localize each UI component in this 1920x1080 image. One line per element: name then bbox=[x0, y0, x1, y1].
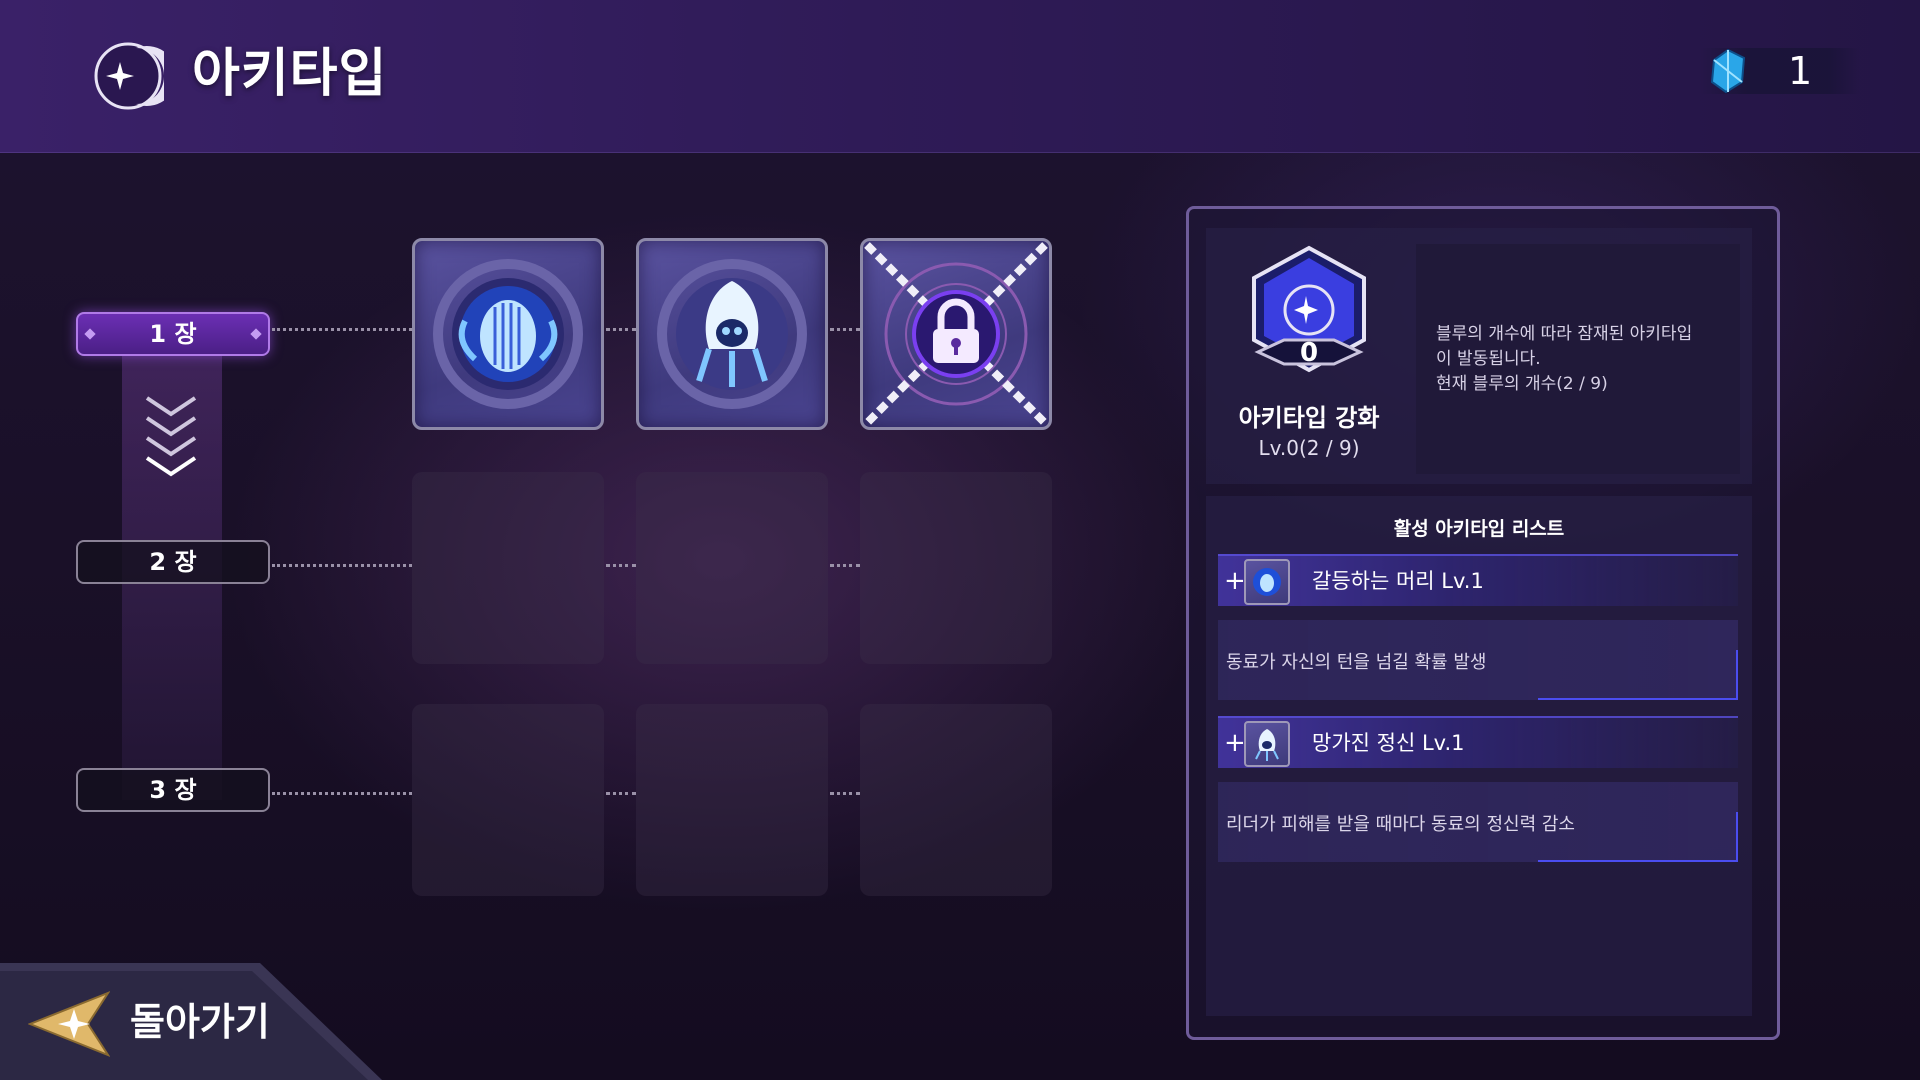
active-archetype-item-body: 동료가 자신의 턴을 넘길 확률 발생 bbox=[1218, 620, 1738, 700]
enhance-description: 블루의 개수에 따라 잠재된 아키타입 이 발동됩니다. 현재 블루의 개수(2… bbox=[1436, 322, 1736, 397]
active-archetype-item-header[interactable]: + 망가진 정신 Lv.1 bbox=[1218, 716, 1738, 768]
enhance-title: 아키타입 강화 bbox=[1238, 404, 1380, 432]
writhing-head-icon bbox=[433, 259, 583, 409]
active-archetype-item-header[interactable]: + 갈등하는 머리 Lv.1 bbox=[1218, 554, 1738, 606]
emblem-value: 0 bbox=[1300, 338, 1318, 368]
desc-line: 이 발동됩니다. bbox=[1436, 349, 1541, 369]
connector-line bbox=[830, 564, 860, 567]
gem-ornament-icon bbox=[250, 328, 262, 340]
back-label: 돌아가기 bbox=[130, 1000, 270, 1044]
connector-line bbox=[272, 328, 412, 331]
empty-slot bbox=[412, 472, 604, 664]
empty-slot bbox=[636, 704, 828, 896]
archetype-enhance-emblem: 0 bbox=[1252, 245, 1366, 373]
archetype-effect: 동료가 자신의 턴을 넘길 확률 발생 bbox=[1226, 652, 1487, 673]
page-title: 아키타입 bbox=[192, 44, 388, 104]
header-bar: 아키타입 1 bbox=[0, 0, 1920, 153]
chained-lock-icon bbox=[864, 242, 1048, 426]
expand-plus-icon[interactable]: + bbox=[1224, 566, 1246, 596]
expand-plus-icon[interactable]: + bbox=[1224, 728, 1246, 758]
active-list-title: 활성 아키타입 리스트 bbox=[1393, 518, 1565, 540]
accent-line bbox=[1538, 698, 1738, 700]
archetype-name: 망가진 정신 Lv.1 bbox=[1312, 731, 1465, 755]
chapter-label: 1 장 bbox=[149, 320, 197, 348]
archetype-card-1[interactable] bbox=[412, 238, 604, 430]
chapter-tab-2[interactable]: 2 장 bbox=[76, 540, 270, 584]
connector-line bbox=[272, 792, 412, 795]
archetype-effect: 리더가 피해를 받을 때마다 동료의 정신력 감소 bbox=[1226, 814, 1575, 835]
chapter-tab-3[interactable]: 3 장 bbox=[76, 768, 270, 812]
active-archetype-item-body: 리더가 피해를 받을 때마다 동료의 정신력 감소 bbox=[1218, 782, 1738, 862]
gem-ornament-icon bbox=[84, 328, 96, 340]
empty-slot bbox=[860, 704, 1052, 896]
desc-line: 블루의 개수에 따라 잠재된 아키타입 bbox=[1436, 324, 1693, 344]
archetype-name: 갈등하는 머리 Lv.1 bbox=[1312, 569, 1484, 593]
chevrons-down-icon bbox=[145, 396, 197, 477]
chapter-label: 2 장 bbox=[149, 548, 197, 576]
desc-line: 현재 블루의 개수(2 / 9) bbox=[1436, 374, 1608, 394]
back-button[interactable]: 돌아가기 bbox=[0, 963, 390, 1080]
connector-line bbox=[830, 792, 860, 795]
connector-line bbox=[830, 328, 860, 331]
connector-line bbox=[272, 564, 412, 567]
accent-line bbox=[1736, 812, 1738, 862]
empty-slot bbox=[860, 472, 1052, 664]
broken-spirit-icon bbox=[1244, 721, 1290, 767]
chapter-label: 3 장 bbox=[149, 776, 197, 804]
accent-line bbox=[1736, 650, 1738, 700]
currency-display: 1 bbox=[1700, 48, 1860, 94]
empty-slot bbox=[412, 704, 604, 896]
writhing-head-icon bbox=[1244, 559, 1290, 605]
connector-line bbox=[606, 328, 636, 331]
accent-line bbox=[1538, 860, 1738, 862]
currency-count: 1 bbox=[1788, 49, 1813, 93]
star-arrow-back-icon bbox=[28, 991, 110, 1057]
connector-line bbox=[606, 792, 636, 795]
blue-crystal-icon bbox=[1710, 48, 1746, 94]
archetype-card-2[interactable] bbox=[636, 238, 828, 430]
broken-spirit-icon bbox=[657, 259, 807, 409]
crescent-moon-star-icon bbox=[94, 42, 164, 110]
enhance-level: Lv.0(2 / 9) bbox=[1258, 436, 1360, 460]
empty-slot bbox=[636, 472, 828, 664]
archetype-card-3-locked[interactable] bbox=[860, 238, 1052, 430]
connector-line bbox=[606, 564, 636, 567]
chapter-tab-1[interactable]: 1 장 bbox=[76, 312, 270, 356]
